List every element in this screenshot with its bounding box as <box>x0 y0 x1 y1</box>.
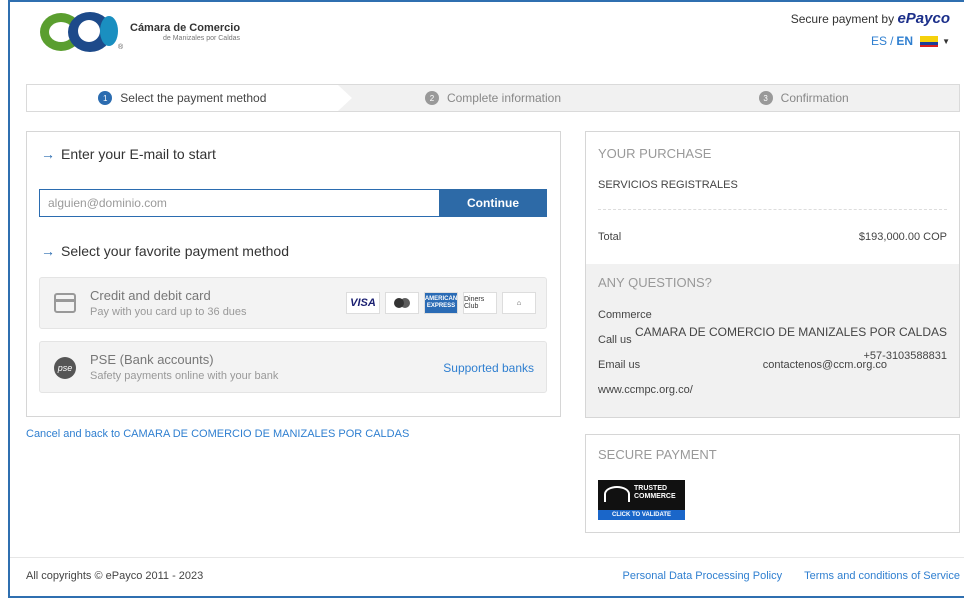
badge-title: TRUSTED COMMERCE <box>634 485 676 500</box>
terms-link[interactable]: Terms and conditions of Service <box>804 570 960 582</box>
card-payment-option[interactable]: Credit and debit card Pay with you card … <box>39 277 547 329</box>
arrow-right-icon: → <box>41 146 55 162</box>
logo-reg-mark: ® <box>118 44 124 51</box>
mastercard-logo-icon <box>385 292 419 314</box>
secure-payment-panel: SECURE PAYMENT TRUSTED COMMERCE CLICK TO… <box>585 434 960 533</box>
arrow-right-icon: → <box>41 243 55 259</box>
amex-logo-icon: AMERICAN EXPRESS <box>424 292 458 314</box>
colombia-flag-icon[interactable] <box>920 35 939 47</box>
banco-occidente-logo-icon: ⌂ <box>502 292 536 314</box>
diners-club-logo-icon: Diners Club <box>463 292 497 314</box>
cancel-link[interactable]: Cancel and back to CAMARA DE COMERCIO DE… <box>26 428 409 440</box>
step-complete-info: 2 Complete information <box>338 85 649 111</box>
continue-button[interactable]: Continue <box>439 189 547 217</box>
payment-panel: → Enter your E-mail to start Continue → … <box>26 131 561 417</box>
copyright: All copyrights © ePayco 2011 - 2023 <box>26 570 204 582</box>
step-label: Complete information <box>446 91 562 105</box>
method-subtitle: Pay with you card up to 36 dues <box>90 306 247 318</box>
privacy-policy-link[interactable]: Personal Data Processing Policy <box>623 570 783 582</box>
window-frame-left <box>8 0 10 598</box>
divider <box>598 209 947 210</box>
methods-section-title: → Select your favorite payment method <box>41 243 289 259</box>
method-title: Credit and debit card <box>90 288 211 303</box>
trusted-commerce-icon <box>604 486 630 502</box>
trusted-commerce-badge[interactable]: TRUSTED COMMERCE CLICK TO VALIDATE <box>598 480 685 520</box>
method-title: PSE (Bank accounts) <box>90 352 214 367</box>
step-select-method: 1 Select the payment method <box>27 85 352 111</box>
lang-en[interactable]: EN <box>896 34 913 48</box>
commerce-name: CAMARA DE COMERCIO DE MANIZALES POR CALD… <box>634 325 947 339</box>
merchant-logo: ® Cámara de Comercio de Manizales por Ca… <box>38 10 252 54</box>
language-selector[interactable]: ES / EN ▼ <box>871 34 950 48</box>
badge-validate[interactable]: CLICK TO VALIDATE <box>598 510 685 520</box>
lang-separator: / <box>890 34 894 48</box>
purchase-item: SERVICIOS REGISTRALES <box>598 179 738 191</box>
footer-links: Personal Data Processing Policy Terms an… <box>623 570 961 582</box>
secure-prefix: Secure payment by <box>790 12 895 26</box>
purchase-summary: YOUR PURCHASE SERVICIOS REGISTRALES Tota… <box>585 131 960 418</box>
lang-es[interactable]: ES <box>871 34 887 48</box>
logo-mark-icon: ® <box>38 10 124 54</box>
step-number: 1 <box>98 91 113 105</box>
step-number: 2 <box>424 91 439 105</box>
checkout-steps: 1 Select the payment method 2 Complete i… <box>26 84 960 112</box>
email-title-text: Enter your E-mail to start <box>61 146 216 162</box>
email-section-title: → Enter your E-mail to start <box>41 146 216 162</box>
commerce-label: Commerce <box>598 309 652 321</box>
step-label: Select the payment method <box>120 91 267 105</box>
caret-down-icon[interactable]: ▼ <box>942 37 950 46</box>
secure-title: SECURE PAYMENT <box>598 447 717 462</box>
methods-title-text: Select your favorite payment method <box>61 243 290 259</box>
step-confirmation: 3 Confirmation <box>648 85 959 111</box>
pse-icon: pse <box>54 357 76 379</box>
total-label: Total <box>598 231 622 243</box>
header: ® Cámara de Comercio de Manizales por Ca… <box>10 2 964 64</box>
email-form: Continue <box>39 189 547 217</box>
questions-section: ANY QUESTIONS? Commerce Call us CAMARA D… <box>586 264 959 417</box>
logo-subtitle: de Manizales por Caldas <box>163 35 241 42</box>
card-brands: VISA AMERICAN EXPRESS Diners Club ⌂ <box>346 292 536 314</box>
total-value: $193,000.00 COP <box>858 231 947 243</box>
footer: All copyrights © ePayco 2011 - 2023 Pers… <box>10 557 964 596</box>
supported-banks-link[interactable]: Supported banks <box>443 361 534 375</box>
pse-payment-option[interactable]: pse PSE (Bank accounts) Safety payments … <box>39 341 547 393</box>
method-subtitle: Safety payments online with your bank <box>90 370 279 382</box>
purchase-title: YOUR PURCHASE <box>598 146 712 161</box>
questions-title: ANY QUESTIONS? <box>598 275 712 290</box>
website: www.ccmpc.org.co/ <box>598 384 693 396</box>
logo-text: Cámara de Comercio de Manizales por Cald… <box>130 22 240 42</box>
email-input[interactable] <box>39 189 439 217</box>
credit-card-icon <box>54 293 76 313</box>
secure-payment-by: Secure payment by ePayco <box>791 10 950 27</box>
contact-email: contactenos@ccm.org.co <box>762 359 887 371</box>
step-number: 3 <box>758 91 773 105</box>
email-label: Email us <box>598 359 641 371</box>
step-label: Confirmation <box>780 91 849 105</box>
visa-logo-icon: VISA <box>346 292 380 314</box>
epayco-brand: ePayco <box>897 10 950 27</box>
logo-name: Cámara de Comercio <box>130 22 241 34</box>
call-label: Call us <box>598 334 632 346</box>
